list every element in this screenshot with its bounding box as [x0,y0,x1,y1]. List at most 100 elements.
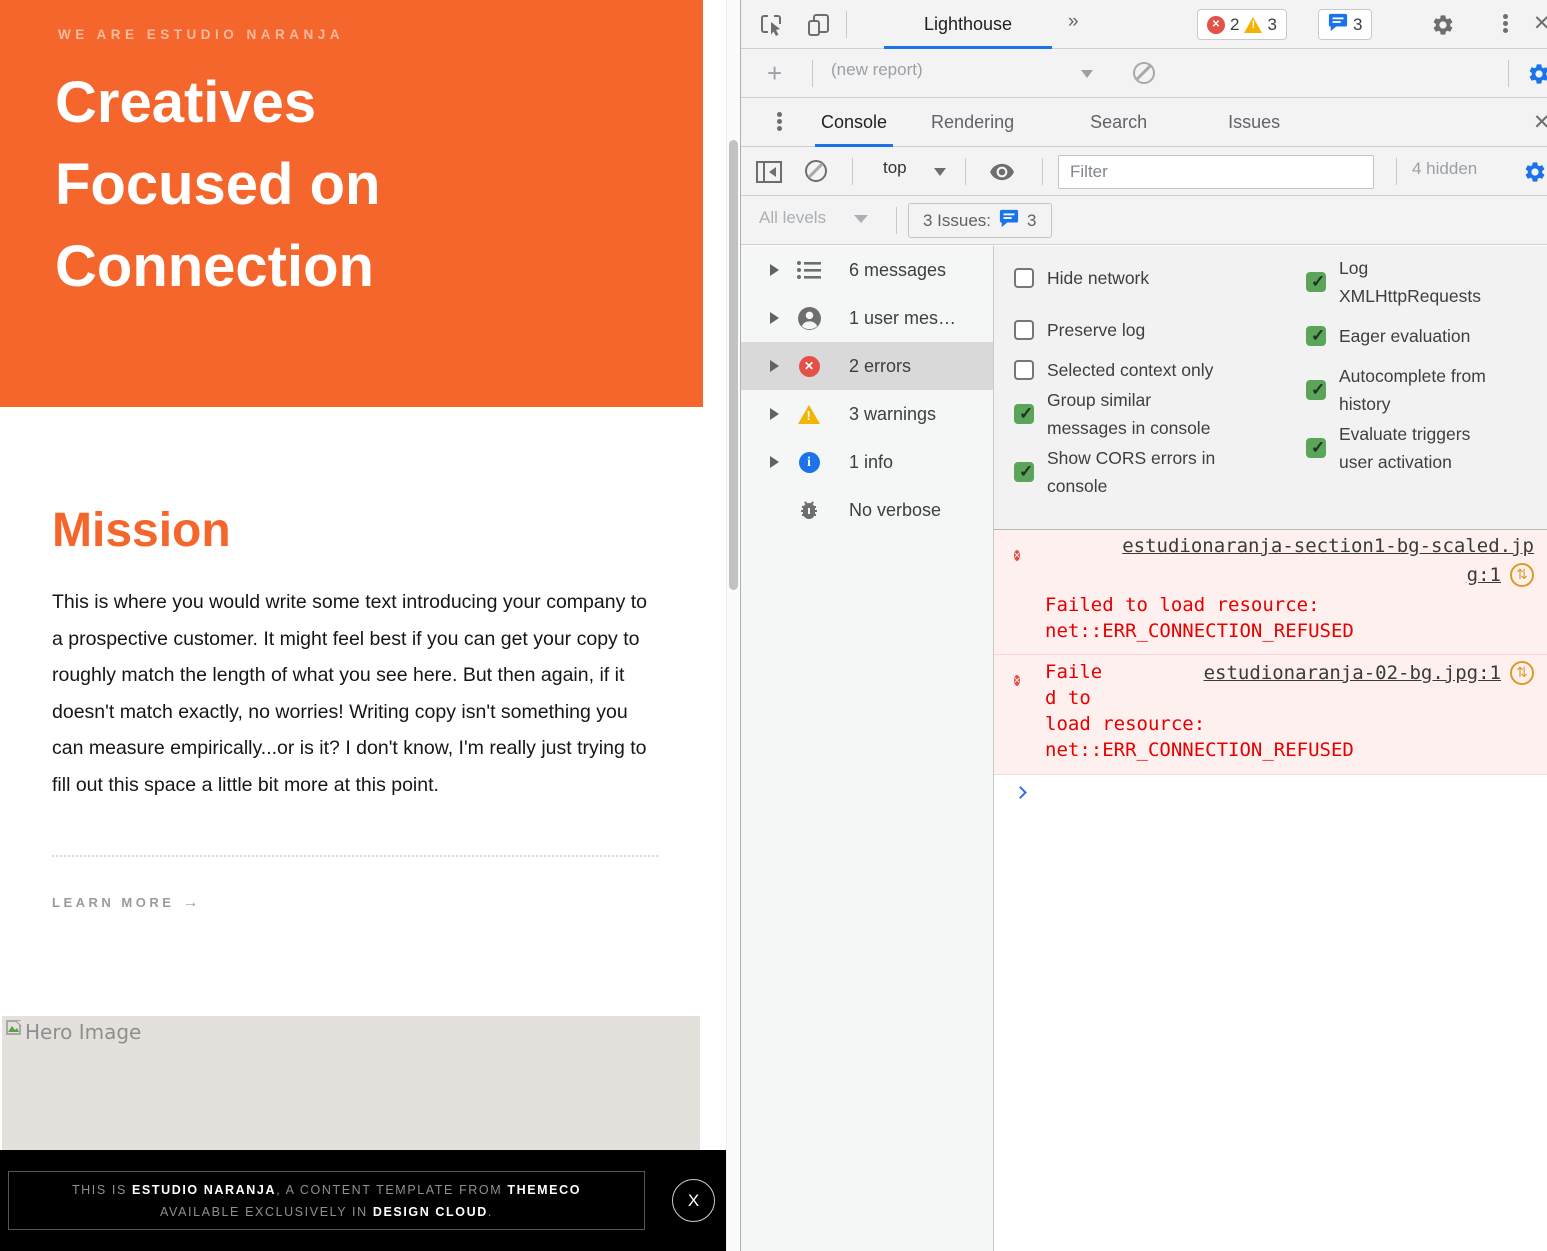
tab-issues[interactable]: Issues [1210,98,1298,147]
checkbox[interactable] [1306,272,1326,292]
inspect-element-icon[interactable] [758,12,784,43]
error-icon: ✕ [1207,16,1225,34]
console-prompt[interactable] [994,775,1547,815]
checkbox[interactable] [1014,320,1034,340]
log-levels-select[interactable]: All levels [759,208,826,228]
checkbox-evaluate-triggers[interactable]: Evaluate triggers user activation [1306,420,1501,476]
request-initiator-icon[interactable]: ⇅ [1510,563,1534,587]
console-prompt-icon [1014,786,1027,799]
issues-counter-button[interactable]: 3 Issues: 3 [908,203,1052,238]
checkbox[interactable] [1014,462,1034,482]
checkbox[interactable] [1306,438,1326,458]
error-warning-badge[interactable]: ✕ 2 3 [1197,9,1287,40]
error-text: net::ERR_CONNECTION_REFUSED [1045,620,1354,642]
arrow-right-icon: → [182,894,198,911]
checkbox-eager-evaluation[interactable]: Eager evaluation [1306,322,1501,350]
separator [846,11,847,38]
error-text: load resource: [1045,713,1205,735]
disclosure-triangle-icon[interactable] [770,360,779,372]
sidebar-item-errors[interactable]: ✕ 2 errors [741,342,993,390]
sidebar-item-info[interactable]: i 1 info [741,438,993,486]
new-report-icon[interactable]: + [767,58,782,89]
issues-count: 3 [1027,211,1036,231]
checkbox-autocomplete-history[interactable]: Autocomplete from history [1306,362,1501,418]
close-devtools-icon[interactable]: ✕ [1533,11,1547,36]
checkbox-hide-network[interactable]: Hide network [1014,264,1219,292]
error-count: 2 [1230,15,1239,35]
resource-link[interactable]: estudionaranja-02-bg.jpg:1 [1204,662,1501,684]
chevron-down-icon[interactable] [854,215,868,223]
resource-link[interactable]: estudionaranja-section1-bg-scaled.jp [1122,535,1534,557]
chevron-down-icon[interactable] [1081,70,1093,78]
screenshot-root: WE ARE ESTUDIO NARANJA Creatives Focused… [0,0,1547,1251]
console-sidebar: 6 messages 1 user mes… ✕ 2 errors [741,246,994,1251]
drawer-tabbar: Console Rendering Search Issues ✕ [741,98,1547,147]
clear-reports-icon[interactable] [1133,62,1155,84]
resource-link[interactable]: g:1 [1467,564,1501,586]
console-error-message: ✕ Faile estudionaranja-02-bg.jpg:1 ⇅ d t… [994,655,1547,775]
warning-count: 3 [1267,15,1276,35]
checkbox[interactable] [1014,404,1034,424]
lighthouse-settings-gear-icon[interactable] [1527,62,1547,91]
console-settings-gear-icon[interactable] [1523,160,1547,189]
separator [1042,158,1043,185]
page-scrollbar-thumb[interactable] [729,140,738,590]
separator [1508,60,1509,87]
checkbox-selected-context-only[interactable]: Selected context only [1014,356,1219,384]
device-toolbar-icon[interactable] [806,12,832,43]
console-settings-pane: Hide network Preserve log Selected conte… [994,246,1547,530]
checkbox[interactable] [1306,326,1326,346]
checkbox-log-xmlhttprequests[interactable]: Log XMLHttpRequests [1306,254,1501,310]
hero-image-placeholder: Hero Image [2,1016,700,1150]
console-error-message: ✕ estudionaranja-section1-bg-scaled.jp g… [994,530,1547,655]
filter-input[interactable] [1058,155,1374,189]
close-drawer-icon[interactable]: ✕ [1533,110,1547,135]
devtools-tabbar: Lighthouse » ✕ 2 3 3 ✕ [741,0,1547,49]
request-initiator-icon[interactable]: ⇅ [1510,661,1534,685]
error-icon: ✕ [796,353,822,379]
checkbox[interactable] [1014,268,1034,288]
tab-lighthouse[interactable]: Lighthouse [884,0,1052,49]
checkbox-preserve-log[interactable]: Preserve log [1014,316,1219,344]
mission-paragraph: This is where you would write some text … [52,584,654,803]
report-select[interactable]: (new report) [831,60,923,80]
chevron-down-icon[interactable] [934,168,946,176]
promo-banner: THIS IS ESTUDIO NARANJA, A CONTENT TEMPL… [0,1150,737,1251]
tab-rendering[interactable]: Rendering [913,98,1032,147]
context-selector[interactable]: top [883,158,907,178]
issues-badge[interactable]: 3 [1318,9,1372,40]
page-scrollbar[interactable] [726,0,740,1251]
banner-close-button[interactable]: X [672,1179,715,1222]
more-options-icon[interactable] [1493,12,1517,36]
disclosure-triangle-icon[interactable] [770,456,779,468]
checkbox-group-similar[interactable]: Group similar messages in console [1014,386,1219,442]
error-icon: ✕ [1014,541,1020,565]
error-source-link-line2: g:1 ⇅ [1467,563,1534,587]
disclosure-triangle-icon[interactable] [770,264,779,276]
separator [1396,158,1397,185]
sidebar-item-warnings[interactable]: 3 warnings [741,390,993,438]
sidebar-item-messages[interactable]: 6 messages [741,246,993,294]
devtools-panel: Lighthouse » ✕ 2 3 3 ✕ + [740,0,1547,1251]
more-tabs-icon[interactable]: » [1068,11,1079,33]
tab-console[interactable]: Console [803,98,905,147]
issues-bubble-icon [999,208,1019,233]
disclosure-triangle-icon[interactable] [770,312,779,324]
warning-icon [1244,17,1262,33]
tab-search[interactable]: Search [1072,98,1165,147]
settings-gear-icon[interactable] [1431,13,1455,42]
disclosure-triangle-icon[interactable] [770,408,779,420]
sidebar-item-verbose[interactable]: No verbose [741,486,993,534]
drawer-menu-icon[interactable] [767,110,791,134]
mission-heading: Mission [52,503,231,558]
learn-more-label: LEARN MORE [52,895,174,910]
checkbox-show-cors-errors[interactable]: Show CORS errors in console [1014,444,1219,500]
clear-console-icon[interactable] [805,160,827,182]
sidebar-item-user-messages[interactable]: 1 user mes… [741,294,993,342]
learn-more-link[interactable]: LEARN MORE → [52,894,198,912]
checkbox[interactable] [1306,380,1326,400]
console-sidebar-toggle-icon[interactable] [755,159,783,190]
separator [852,158,853,185]
checkbox[interactable] [1014,360,1034,380]
live-expression-eye-icon[interactable] [987,159,1017,190]
